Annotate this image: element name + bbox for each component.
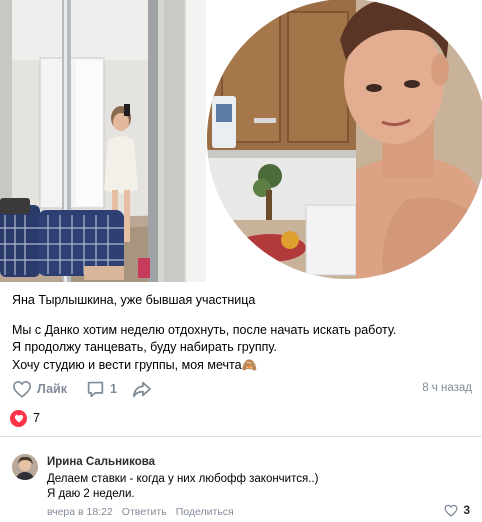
comment-like-button[interactable]: 3 <box>444 503 470 517</box>
reply-button[interactable]: Ответить <box>122 506 167 518</box>
reactions-summary[interactable]: 7 <box>10 408 40 428</box>
heart-outline-icon <box>12 380 32 398</box>
photo-mirror-selfie[interactable] <box>0 0 206 282</box>
like-label: Лайк <box>37 382 67 396</box>
post-action-bar: Лайк 1 8 ч назад <box>12 378 474 400</box>
comment-time[interactable]: вчера в 18:22 <box>47 506 113 518</box>
heart-outline-icon <box>444 504 458 517</box>
comment-text: Делаем ставки - когда у них любофф закон… <box>47 472 318 502</box>
speech-bubble-icon <box>87 381 104 398</box>
post-time[interactable]: 8 ч назад <box>422 382 472 394</box>
comment-like-count: 3 <box>463 503 470 517</box>
share-button[interactable] <box>132 378 152 400</box>
share-arrow-icon <box>133 381 151 398</box>
heart-filled-icon <box>10 409 27 427</box>
divider <box>0 436 482 437</box>
post-text: Яна Тырлышкина, уже бывшая участница Мы … <box>12 292 472 374</box>
avatar[interactable] <box>12 454 38 480</box>
comment: Ирина Сальникова Делаем ставки - когда у… <box>0 448 482 522</box>
post-text-line-1: Яна Тырлышкина, уже бывшая участница <box>12 293 256 307</box>
comment-author[interactable]: Ирина Сальникова <box>47 456 155 468</box>
comment-count: 1 <box>110 382 117 396</box>
like-button[interactable]: Лайк <box>12 378 67 400</box>
circle-selfie-image <box>206 0 482 282</box>
post-text-line-2: Мы с Данко хотим неделю отдохнуть, после… <box>12 322 397 337</box>
share-comment-button[interactable]: Поделиться <box>176 506 234 518</box>
comment-meta: вчера в 18:22 Ответить Поделиться <box>47 506 234 518</box>
post-text-line-3: Я продолжу танцевать, буду набирать груп… <box>12 340 277 354</box>
post-text-line-4: Хочу студию и вести группы, моя мечта🙈 <box>12 357 258 372</box>
comment-button[interactable]: 1 <box>86 378 117 400</box>
post-photos <box>0 0 482 282</box>
reactions-count: 7 <box>33 411 40 425</box>
comment-text-line-1: Делаем ставки - когда у них любофф закон… <box>47 473 319 485</box>
mirror-selfie-image <box>0 0 206 282</box>
comment-text-line-2: Я даю 2 недели. <box>47 488 135 500</box>
photo-circle-selfie[interactable] <box>206 0 482 282</box>
